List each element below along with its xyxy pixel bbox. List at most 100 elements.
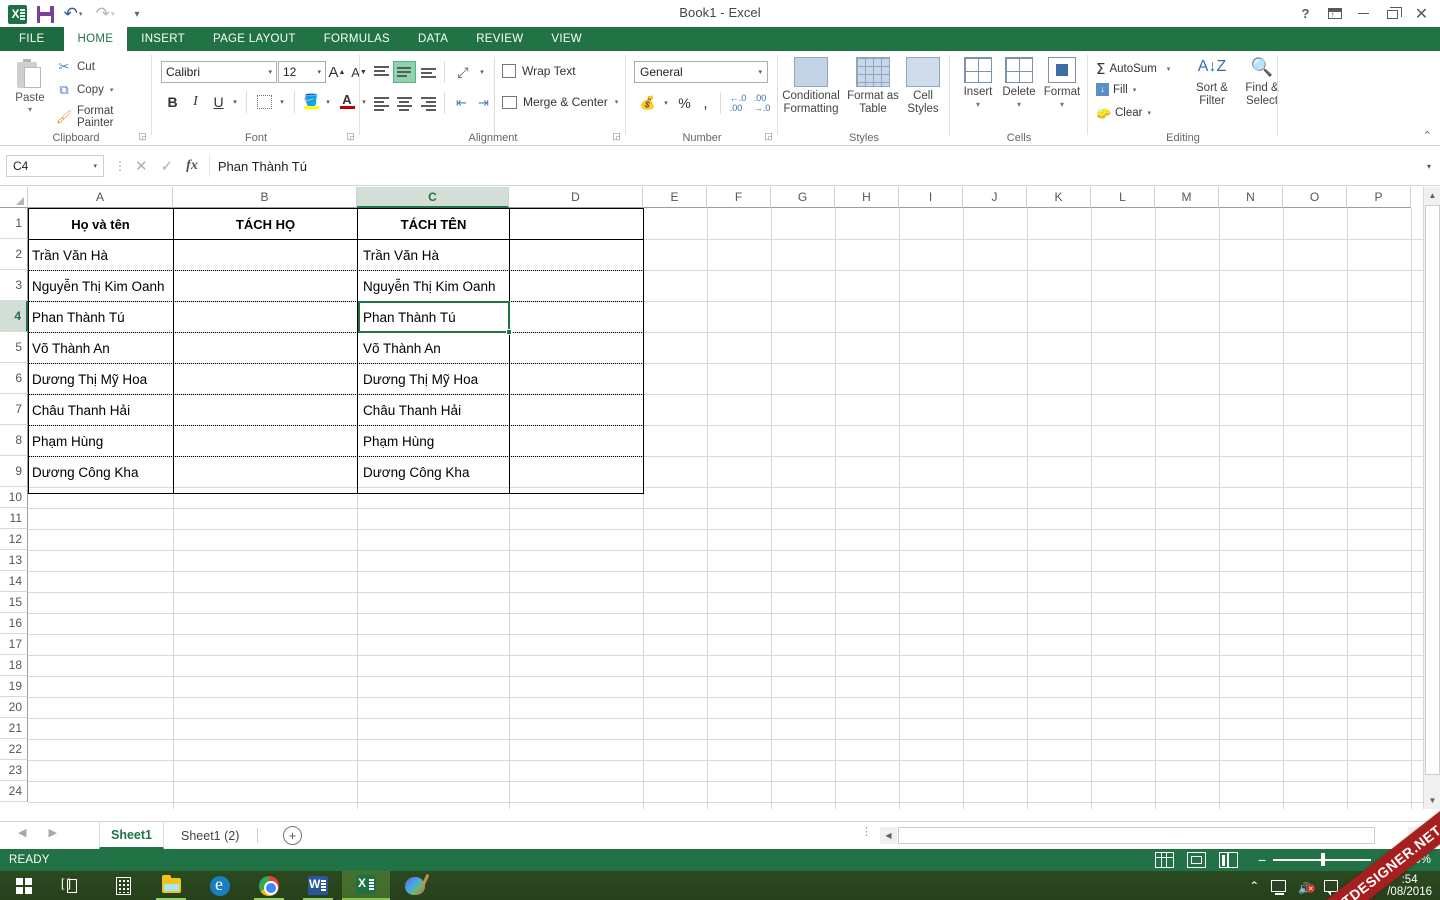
increase-indent-button[interactable]: ⇥ — [472, 92, 495, 114]
row-header-23[interactable]: 23 — [0, 760, 28, 781]
font-size-dropdown-icon[interactable]: ▾ — [317, 68, 321, 76]
fill-color-button[interactable]: 🪣 — [300, 91, 322, 112]
cell-C3[interactable]: Nguyễn Thị Kim Oanh — [361, 271, 508, 301]
edge-button[interactable] — [196, 871, 244, 900]
copy-dropdown-icon[interactable]: ▾ — [110, 86, 114, 94]
merge-center-dropdown-icon[interactable]: ▾ — [615, 98, 619, 106]
middle-align-button[interactable] — [393, 61, 416, 83]
column-header-f[interactable]: F — [707, 187, 771, 208]
row-header-6[interactable]: 6 — [0, 363, 28, 394]
zoom-slider-thumb[interactable] — [1321, 853, 1325, 866]
fill-dropdown-icon[interactable]: ▾ — [1133, 86, 1137, 94]
cell-D9[interactable] — [512, 457, 642, 487]
row-header-8[interactable]: 8 — [0, 425, 28, 456]
format-painter-button[interactable]: 🖌 Format Painter — [56, 105, 152, 129]
row-header-5[interactable]: 5 — [0, 332, 28, 363]
cell-styles-button[interactable]: Cell Styles — [896, 57, 950, 116]
number-format-select[interactable]: General ▾ — [634, 61, 768, 83]
italic-button[interactable]: I — [185, 91, 206, 112]
cell-B8[interactable] — [176, 426, 356, 456]
align-center-button[interactable] — [393, 92, 416, 114]
tab-review[interactable]: REVIEW — [462, 27, 537, 51]
delete-dropdown-icon[interactable]: ▾ — [1017, 100, 1021, 109]
row-header-17[interactable]: 17 — [0, 634, 28, 655]
vertical-scrollbar[interactable]: ▲ ▼ — [1423, 187, 1440, 809]
row-header-11[interactable]: 11 — [0, 508, 28, 529]
paint-button[interactable] — [391, 871, 439, 900]
tab-page-layout[interactable]: PAGE LAYOUT — [199, 27, 310, 51]
cell-D3[interactable] — [512, 271, 642, 301]
cell-B7[interactable] — [176, 395, 356, 425]
column-header-c[interactable]: C — [357, 187, 509, 208]
paste-button[interactable]: Paste ▾ — [8, 55, 52, 127]
row-header-19[interactable]: 19 — [0, 676, 28, 697]
conditional-formatting-button[interactable]: Conditional Formatting — [778, 57, 844, 116]
cell-D4[interactable] — [512, 302, 642, 332]
enter-entry-button[interactable]: ✓ — [161, 157, 174, 175]
cell-B1[interactable]: TÁCH HỌ — [175, 209, 356, 239]
row-header-22[interactable]: 22 — [0, 739, 28, 760]
name-box[interactable]: C4 ▾ — [6, 155, 104, 177]
word-button[interactable] — [294, 871, 342, 900]
cell-D1[interactable] — [511, 209, 642, 239]
column-header-p[interactable]: P — [1347, 187, 1411, 208]
ribbon-display-options-button[interactable] — [1320, 1, 1349, 27]
cell-A4[interactable]: Phan Thành Tú — [30, 302, 172, 332]
orientation-button[interactable]: ⤢ — [450, 61, 476, 83]
orientation-dropdown-button[interactable]: ▾ — [476, 65, 488, 79]
bold-button[interactable]: B — [162, 91, 183, 112]
column-header-j[interactable]: J — [963, 187, 1027, 208]
row-header-10[interactable]: 10 — [0, 487, 28, 508]
scroll-left-button[interactable]: ◀ — [880, 827, 897, 844]
cell-C9[interactable]: Dương Công Kha — [361, 457, 508, 487]
new-sheet-button[interactable]: + — [283, 826, 302, 845]
zoom-slider[interactable] — [1273, 859, 1371, 860]
file-explorer-button[interactable] — [147, 871, 195, 900]
cell-C1[interactable]: TÁCH TÊN — [359, 209, 508, 239]
copy-button[interactable]: ⧉ Copy ▾ — [56, 82, 113, 98]
chrome-button[interactable] — [245, 871, 293, 900]
font-dialog-launcher[interactable]: ◲ — [345, 131, 356, 142]
increase-font-size-button[interactable]: A▲ — [326, 61, 348, 83]
sort-filter-button[interactable]: A↓Z Sort & Filter — [1186, 55, 1238, 108]
align-left-button[interactable] — [370, 92, 393, 114]
previous-sheet-button[interactable]: ◀ — [18, 826, 26, 839]
calculator-button[interactable] — [99, 871, 147, 900]
underline-dropdown-button[interactable]: ▾ — [229, 95, 241, 109]
cell-B2[interactable] — [176, 240, 356, 270]
fill-color-dropdown-button[interactable]: ▾ — [322, 95, 334, 109]
wrap-text-button[interactable]: Wrap Text — [502, 64, 576, 78]
row-header-4[interactable]: 4 — [0, 301, 28, 332]
borders-dropdown-button[interactable]: ▾ — [276, 95, 288, 109]
number-dialog-launcher[interactable]: ◲ — [763, 131, 774, 142]
column-header-l[interactable]: L — [1091, 187, 1155, 208]
select-all-button[interactable] — [0, 187, 28, 208]
help-button[interactable]: ? — [1291, 1, 1320, 27]
insert-dropdown-icon[interactable]: ▾ — [976, 100, 980, 109]
cell-B3[interactable] — [176, 271, 356, 301]
row-header-18[interactable]: 18 — [0, 655, 28, 676]
underline-button[interactable]: U — [208, 91, 229, 112]
column-header-g[interactable]: G — [771, 187, 835, 208]
excel-button[interactable] — [342, 871, 390, 900]
column-header-m[interactable]: M — [1155, 187, 1219, 208]
tab-view[interactable]: VIEW — [537, 27, 596, 51]
vertical-scroll-thumb[interactable] — [1425, 205, 1440, 775]
minimize-button[interactable] — [1349, 1, 1378, 27]
cell-A8[interactable]: Phạm Hùng — [30, 426, 172, 456]
sheet-tab-sheet1[interactable]: Sheet1 — [99, 822, 164, 849]
volume-muted-icon[interactable]: ✕ — [1298, 879, 1312, 892]
row-header-13[interactable]: 13 — [0, 550, 28, 571]
column-header-b[interactable]: B — [173, 187, 357, 208]
page-layout-view-button[interactable] — [1187, 852, 1206, 868]
row-header-2[interactable]: 2 — [0, 239, 28, 270]
increase-decimal-button[interactable]: ←.0.00 — [726, 92, 750, 114]
clipboard-dialog-launcher[interactable]: ◲ — [137, 131, 148, 142]
tab-data[interactable]: DATA — [404, 27, 462, 51]
borders-button[interactable] — [252, 91, 276, 112]
column-header-o[interactable]: O — [1283, 187, 1347, 208]
row-header-20[interactable]: 20 — [0, 697, 28, 718]
horizontal-scroll-thumb[interactable] — [898, 827, 1375, 844]
row-header-12[interactable]: 12 — [0, 529, 28, 550]
cell-D5[interactable] — [512, 333, 642, 363]
